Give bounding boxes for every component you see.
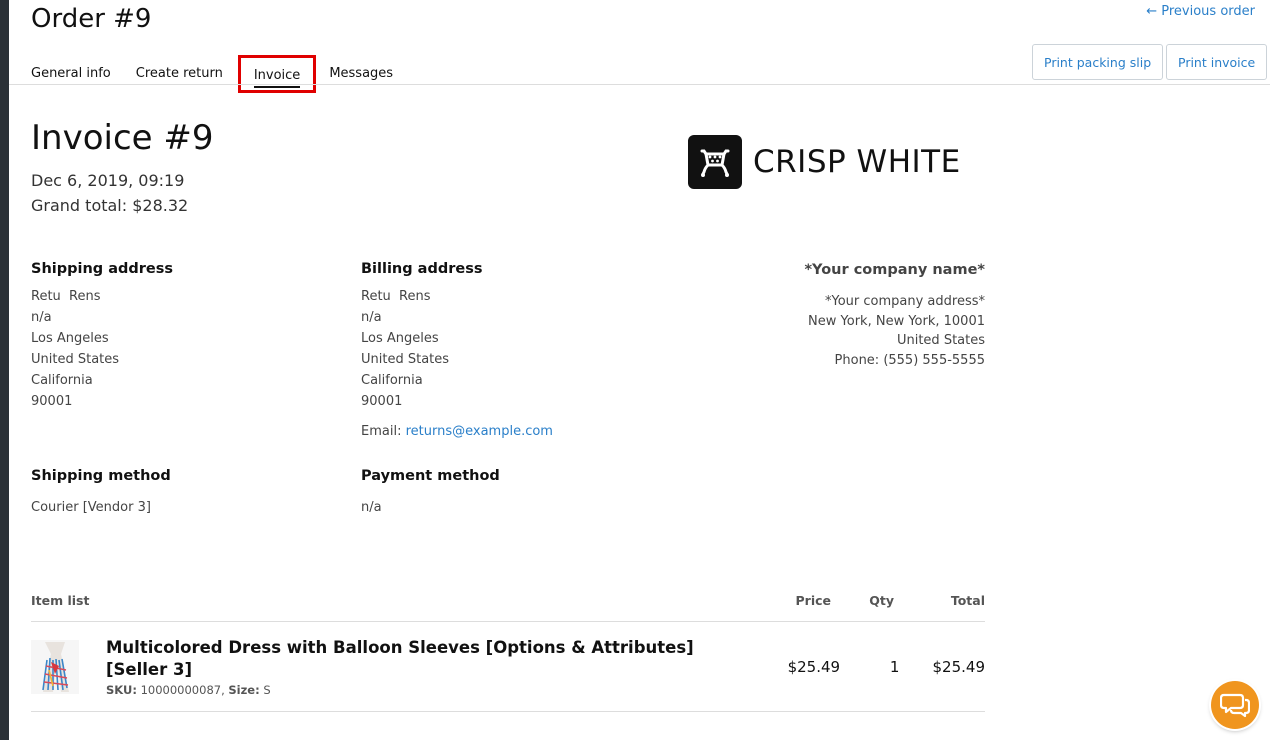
grand-total: Grand total: $28.32 [31, 196, 189, 215]
address-line: California [361, 373, 423, 388]
address-line: Los Angeles [361, 331, 439, 346]
address-line: 90001 [361, 394, 403, 409]
tab-label: General info [31, 66, 111, 81]
address-line: United States [31, 352, 120, 367]
size-label: Size: [228, 682, 260, 697]
address-line: California [31, 373, 93, 388]
sku-value: 10000000087, [136, 682, 229, 697]
company-address-line: United States [896, 333, 985, 348]
previous-order-link[interactable]: ← Previous order [1146, 4, 1255, 19]
item-cell: Multicolored Dress with Balloon Sleeves … [31, 637, 746, 697]
email-link[interactable]: returns@example.com [406, 424, 553, 439]
company-name: *Your company name* [804, 262, 985, 278]
address-line: n/a [31, 310, 52, 325]
column-header-item-list: Item list [31, 593, 90, 608]
address-line: 90001 [31, 394, 73, 409]
sku-label: SKU: [106, 682, 137, 697]
payment-method-value: n/a [361, 500, 382, 515]
column-header-total: Total [950, 593, 985, 608]
company-address-line: New York, New York, 10001 [808, 313, 985, 329]
tab-invoice[interactable]: Invoice [237, 55, 317, 93]
billing-address: Retu Rens n/a Los Angeles United States … [361, 286, 449, 412]
item-qty: 1 [889, 657, 900, 676]
shipping-method-value: Courier [Vendor 3] [31, 500, 151, 515]
tab-general-info[interactable]: General info [31, 56, 111, 85]
item-price: $25.49 [787, 657, 841, 676]
address-line: United States [361, 352, 450, 367]
shipping-method-heading: Shipping method [31, 468, 171, 484]
tab-label: Create return [135, 66, 223, 81]
address-line: Retu Rens [31, 289, 101, 304]
invoice-title: Invoice #9 [31, 118, 214, 158]
item-total: $25.49 [932, 657, 986, 676]
table-header: Item list Price Qty Total [31, 593, 985, 622]
tab-messages[interactable]: Messages [329, 56, 393, 85]
tab-label: Invoice [253, 68, 301, 88]
page-title: Order #9 [31, 4, 152, 34]
logo-text: CRISP WHITE [753, 144, 961, 180]
tab-label: Messages [329, 66, 394, 81]
address-line: n/a [361, 310, 382, 325]
product-meta: SKU: 10000000087, Size: S [106, 683, 746, 697]
product-name: Multicolored Dress with Balloon Sleeves … [106, 637, 694, 679]
size-value: S [259, 682, 271, 697]
print-packing-slip-button[interactable]: Print packing slip [1032, 44, 1164, 80]
email-label: Email: [361, 424, 406, 439]
invoice-date: Dec 6, 2019, 09:19 [31, 171, 185, 190]
company-phone: Phone: (555) 555-5555 [834, 352, 985, 368]
address-line: Retu Rens [361, 289, 431, 304]
column-header-price: Price [795, 593, 832, 608]
company-address-line: *Your company address* [824, 294, 985, 309]
shipping-address-heading: Shipping address [31, 261, 174, 277]
print-invoice-button[interactable]: Print invoice [1166, 44, 1268, 80]
billing-email: Email: returns@example.com [361, 424, 553, 439]
tabs-divider [9, 84, 1270, 85]
chat-bubbles-icon[interactable] [1211, 681, 1259, 729]
payment-method-heading: Payment method [361, 468, 500, 484]
store-logo: CRISP WHITE [688, 135, 961, 189]
tab-create-return[interactable]: Create return [136, 56, 223, 85]
item-list-table: Item list Price Qty Total Multicolored D… [31, 593, 985, 712]
tab-bar: General info Create return Invoice Messa… [31, 55, 418, 93]
billing-address-heading: Billing address [361, 261, 483, 277]
column-header-qty: Qty [869, 593, 894, 608]
product-thumbnail [31, 639, 79, 694]
cart-logo-icon [688, 135, 742, 189]
company-info: *Your company name* *Your company addres… [804, 262, 985, 370]
left-rail [0, 0, 9, 740]
address-line: Los Angeles [31, 331, 109, 346]
shipping-address: Retu Rens n/a Los Angeles United States … [31, 286, 119, 412]
table-row: Multicolored Dress with Balloon Sleeves … [31, 622, 985, 712]
